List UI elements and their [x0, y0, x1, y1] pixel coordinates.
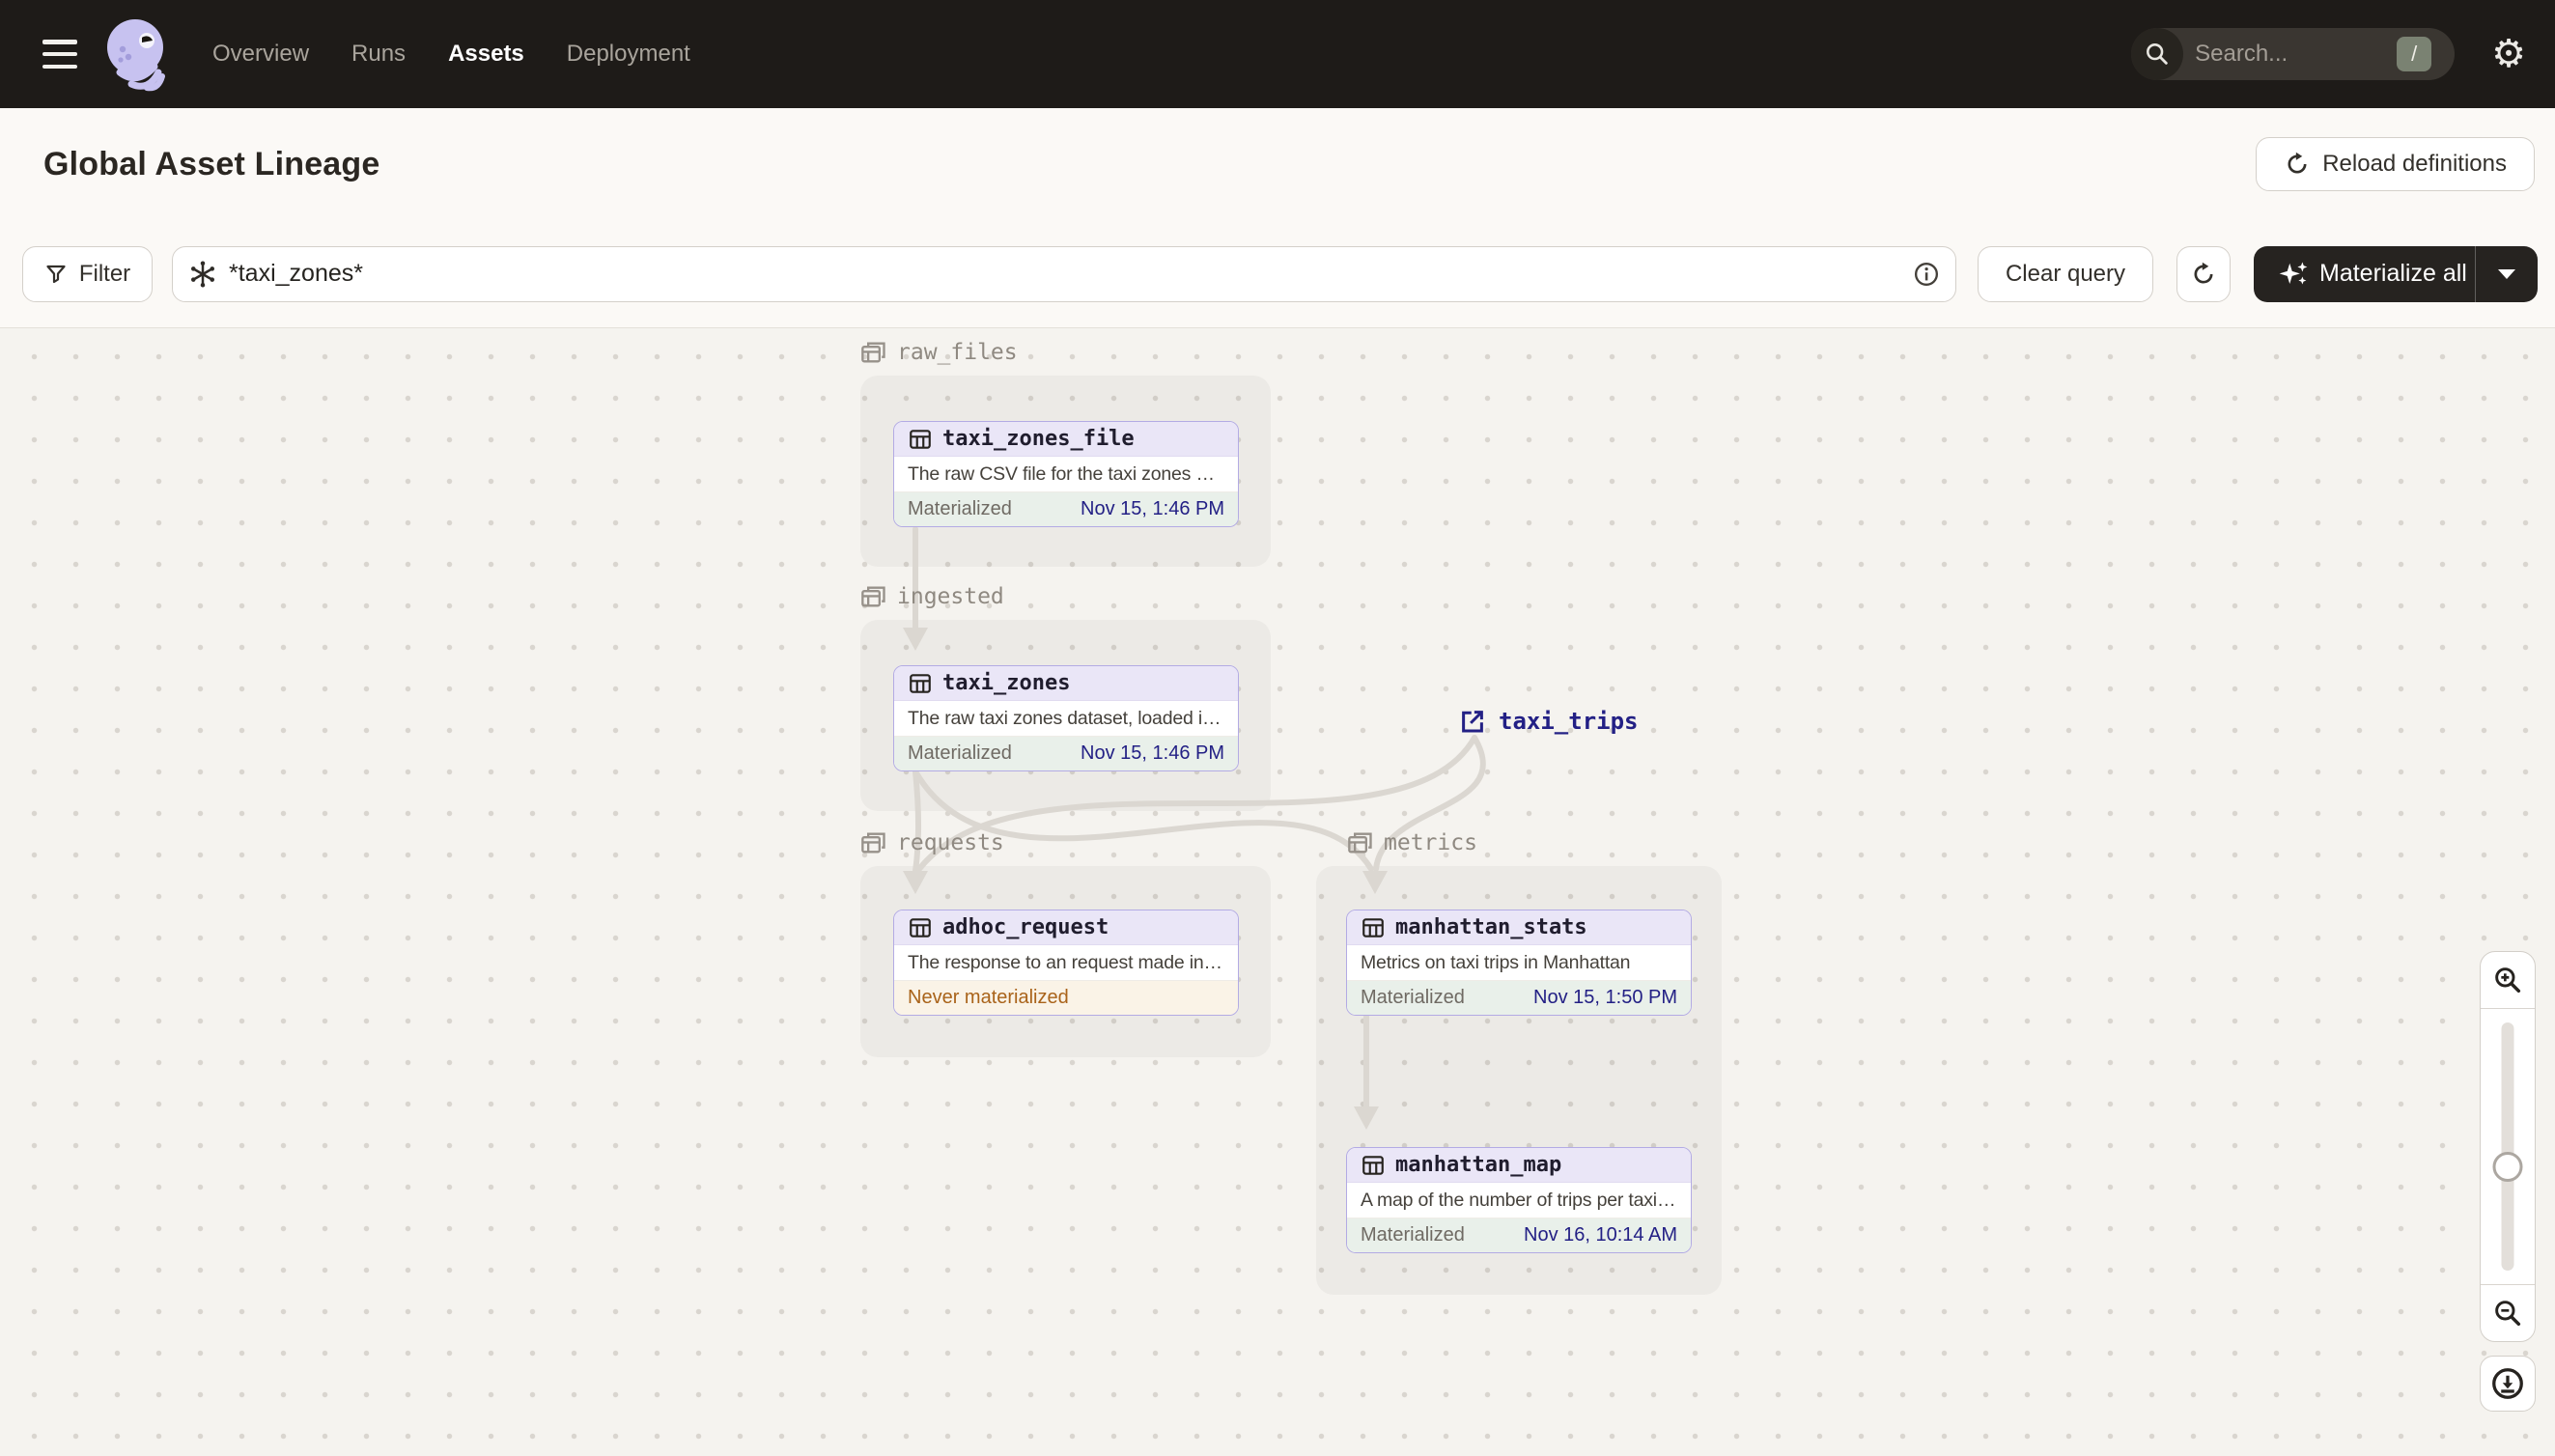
status-label: Materialized — [1361, 1224, 1465, 1246]
refresh-icon — [2194, 262, 2213, 283]
external-link-icon — [1462, 711, 1483, 733]
asset-name: taxi_zones — [942, 671, 1071, 695]
asset-name: manhattan_map — [1395, 1153, 1562, 1177]
group-label-raw-files[interactable]: raw_files — [860, 340, 1018, 365]
group-tables-icon — [861, 832, 885, 854]
status-timestamp: Nov 16, 10:14 AM — [1524, 1224, 1677, 1246]
download-view-button[interactable] — [2480, 1356, 2536, 1412]
hamburger-menu-icon[interactable] — [42, 40, 77, 69]
status-timestamp: Nov 15, 1:50 PM — [1533, 987, 1677, 1008]
zoom-slider-thumb[interactable] — [2492, 1152, 2523, 1182]
clear-query-button[interactable]: Clear query — [1978, 245, 2153, 302]
nav-item-deployment[interactable]: Deployment — [567, 41, 690, 68]
info-icon[interactable] — [1913, 261, 1940, 288]
asset-node-taxi-zones-file[interactable]: taxi_zones_file The raw CSV file for the… — [893, 421, 1239, 527]
table-icon — [1362, 917, 1384, 938]
group-label-requests[interactable]: requests — [860, 830, 1004, 855]
asset-status-row: Materialized Nov 16, 10:14 AM — [1347, 1218, 1691, 1252]
top-nav-bar: Overview Runs Assets Deployment / ⚙ — [0, 0, 2555, 108]
zoom-controls — [2480, 951, 2536, 1342]
group-label-ingested[interactable]: ingested — [860, 584, 1004, 609]
status-timestamp: Nov 15, 1:46 PM — [1081, 498, 1224, 519]
asset-node-taxi-zones[interactable]: taxi_zones The raw taxi zones dataset, l… — [893, 665, 1239, 771]
asset-node-adhoc-request[interactable]: adhoc_request The response to an request… — [893, 910, 1239, 1016]
asset-status-row: Materialized Nov 15, 1:46 PM — [894, 737, 1238, 770]
table-icon — [910, 917, 931, 938]
lineage-edges — [903, 526, 1486, 1130]
reload-definitions-button[interactable]: Reload definitions — [2256, 137, 2535, 191]
group-tables-icon — [1348, 832, 1372, 854]
materialize-options-dropdown[interactable] — [2475, 245, 2538, 302]
asset-selection-input-box[interactable] — [172, 245, 1956, 302]
lineage-toolbar: Filter Clear query — [0, 220, 2555, 328]
table-icon — [910, 429, 931, 449]
status-label: Never materialized — [908, 987, 1069, 1008]
asset-graph-query-icon — [191, 261, 214, 287]
group-tables-icon — [861, 342, 885, 363]
asset-status-row: Materialized Nov 15, 1:50 PM — [1347, 981, 1691, 1015]
nav-links: Overview Runs Assets Deployment — [212, 41, 690, 68]
materialize-all-split-button[interactable]: Materialize all — [2254, 245, 2538, 302]
chevron-down-icon — [2498, 268, 2515, 279]
page-title: Global Asset Lineage — [43, 145, 380, 182]
page-header: Global Asset Lineage Reload definitions — [0, 108, 2555, 220]
asset-status-row: Never materialized — [894, 981, 1238, 1015]
zoom-in-button[interactable] — [2481, 952, 2535, 1008]
asset-description: Metrics on taxi trips in Manhattan — [1347, 945, 1691, 981]
zoom-in-icon — [2495, 967, 2521, 994]
refresh-graph-button[interactable] — [2176, 245, 2231, 302]
nav-item-assets[interactable]: Assets — [448, 41, 524, 68]
status-label: Materialized — [1361, 987, 1465, 1008]
asset-description: A map of the number of trips per taxi z.… — [1347, 1183, 1691, 1218]
asset-status-row: Materialized Nov 15, 1:46 PM — [894, 492, 1238, 526]
asset-node-manhattan-map[interactable]: manhattan_map A map of the number of tri… — [1346, 1147, 1692, 1253]
asset-name: adhoc_request — [942, 915, 1109, 939]
sparkle-icon — [2279, 262, 2308, 284]
global-search[interactable]: / — [2131, 28, 2456, 80]
zoom-out-button[interactable] — [2481, 1285, 2535, 1341]
settings-gear-icon[interactable]: ⚙ — [2491, 35, 2526, 73]
asset-description: The raw taxi zones dataset, loaded int..… — [894, 701, 1238, 737]
zoom-slider[interactable] — [2481, 1008, 2535, 1285]
group-tables-icon — [861, 586, 885, 607]
nav-item-overview[interactable]: Overview — [212, 41, 309, 68]
table-icon — [910, 673, 931, 693]
nav-item-runs[interactable]: Runs — [351, 41, 406, 68]
reload-icon — [2288, 152, 2307, 174]
asset-description: The response to an request made in th... — [894, 945, 1238, 981]
search-shortcut-badge: / — [2397, 37, 2432, 71]
download-icon — [2492, 1368, 2523, 1399]
asset-description: The raw CSV file for the taxi zones dat.… — [894, 457, 1238, 492]
status-label: Materialized — [908, 498, 1012, 519]
search-icon — [2131, 28, 2184, 80]
table-icon — [1362, 1155, 1384, 1175]
lineage-graph-canvas[interactable]: raw_files ingested requests metrics taxi… — [0, 328, 2555, 1456]
asset-node-manhattan-stats[interactable]: manhattan_stats Metrics on taxi trips in… — [1346, 910, 1692, 1016]
filter-button[interactable]: Filter — [22, 245, 153, 302]
materialize-all-button[interactable]: Materialize all — [2254, 246, 2475, 302]
dagster-logo-icon[interactable] — [102, 16, 174, 92]
status-timestamp: Nov 15, 1:46 PM — [1081, 742, 1224, 764]
external-asset-taxi-trips[interactable]: taxi_trips — [1458, 707, 1639, 736]
group-label-metrics[interactable]: metrics — [1347, 830, 1477, 855]
asset-name: taxi_zones_file — [942, 427, 1135, 451]
funnel-icon — [46, 265, 66, 283]
search-input[interactable] — [2195, 41, 2370, 68]
zoom-out-icon — [2495, 1301, 2521, 1327]
asset-name: manhattan_stats — [1395, 915, 1587, 939]
asset-selection-input[interactable] — [229, 260, 1913, 288]
zoom-slider-track — [2501, 1022, 2514, 1271]
status-label: Materialized — [908, 742, 1012, 764]
